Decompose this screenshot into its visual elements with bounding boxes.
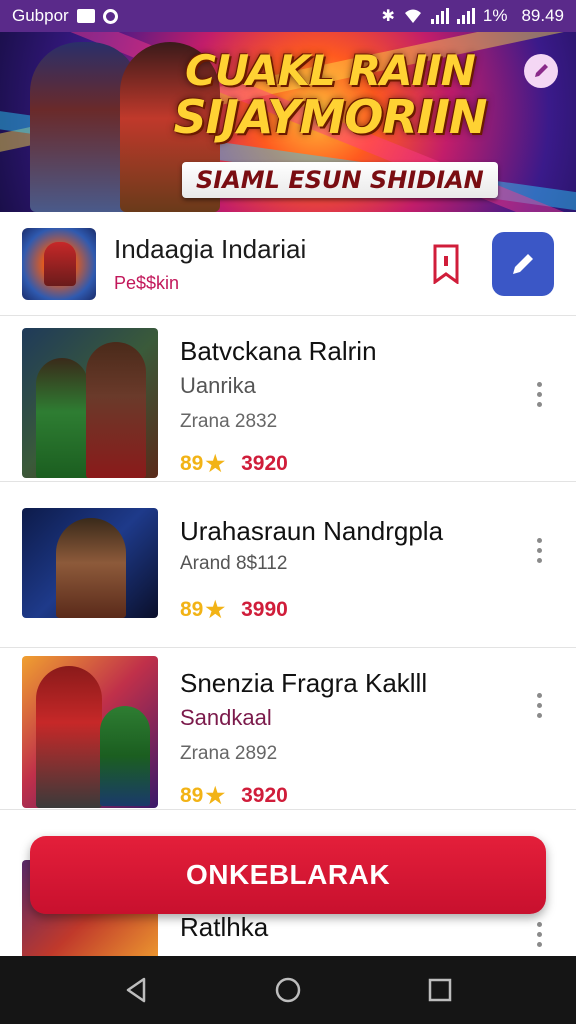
circle-icon (102, 8, 118, 24)
game-name: Ratlhka (180, 912, 269, 942)
rating-count: 3990 (241, 598, 288, 621)
list-item[interactable]: Urahasraun Nandrgpla Arand 8$112 89 ★ 39… (0, 482, 576, 648)
back-triangle-icon[interactable] (116, 970, 156, 1010)
more-options-icon[interactable] (537, 922, 542, 947)
signal-icon (430, 8, 449, 24)
battery-label: 1% (482, 6, 508, 25)
game-date: Zrana 2832 (180, 411, 278, 432)
pencil-icon (513, 253, 533, 274)
edit-button[interactable] (492, 231, 554, 296)
wifi-icon (404, 9, 421, 23)
star-icon: ★ (205, 783, 226, 808)
hero-title: CUAKL RAIIN SIJAYMORIIN (160, 46, 500, 144)
game-developer: Sandkaal (180, 705, 272, 730)
recents-square-icon[interactable] (420, 970, 460, 1010)
game-rating: 89 ★ 3920 (180, 451, 554, 477)
app-thumbnail[interactable] (22, 227, 96, 300)
bluetooth-icon: ✱ (381, 8, 395, 25)
game-name: Batvckana Ralrin (180, 336, 377, 366)
home-circle-icon[interactable] (268, 970, 308, 1010)
rating-count: 3920 (241, 452, 288, 475)
game-date: Zrana 2892 (180, 743, 278, 764)
more-options-icon[interactable] (537, 538, 542, 564)
game-developer: Arand 8$112 (180, 553, 288, 574)
game-thumbnail (22, 328, 158, 478)
hero-subtitle: SIAML ESUN SHIDIAN (182, 162, 498, 198)
game-name: Urahasraun Nandrgpla (180, 516, 444, 546)
clock: 89.49 (521, 6, 564, 25)
rating-value: 89 (180, 784, 204, 807)
rating-value: 89 (180, 452, 204, 475)
hero-banner[interactable]: CUAKL RAIIN SIJAYMORIIN SIAML ESUN SHIDI… (0, 32, 576, 212)
rating-value: 89 (180, 598, 204, 621)
list-item[interactable]: Batvckana Ralrin Uanrika Zrana 2832 89 ★… (0, 316, 576, 482)
hero-title-line1: CUAKL RAIIN (185, 46, 476, 95)
game-developer: Uanrika (180, 373, 256, 398)
primary-action-button[interactable]: ONKEBLARAK (30, 836, 546, 914)
signal-icon (456, 8, 475, 24)
game-rating: 89 ★ 3920 (180, 783, 554, 809)
app-subtitle: Pe$$kin (114, 272, 180, 293)
more-options-icon[interactable] (537, 382, 542, 407)
star-icon: ★ (205, 451, 226, 476)
more-options-icon[interactable] (537, 693, 542, 719)
app-header: Indaagia Indariai Pe$$kin (0, 212, 576, 316)
app-title: Indaagia Indariai (114, 233, 307, 264)
system-nav-bar (0, 956, 576, 1024)
game-thumbnail (22, 656, 158, 808)
game-thumbnail (22, 508, 158, 618)
bookmark-icon[interactable] (428, 242, 464, 286)
game-rating: 89 ★ 3990 (180, 597, 554, 623)
rating-count: 3920 (241, 784, 288, 807)
carrier-label: Gubpor (12, 6, 69, 25)
edit-icon[interactable] (524, 54, 558, 88)
list-item[interactable]: Snenzia Fragra Kaklll Sandkaal Zrana 289… (0, 648, 576, 810)
star-icon: ★ (205, 597, 226, 622)
hero-title-line2: SIJAYMORIIN (173, 90, 487, 144)
status-bar: Gubpor ✱ 1% 89.49 (0, 0, 576, 32)
game-name: Snenzia Fragra Kaklll (180, 668, 428, 698)
image-icon (76, 9, 95, 23)
